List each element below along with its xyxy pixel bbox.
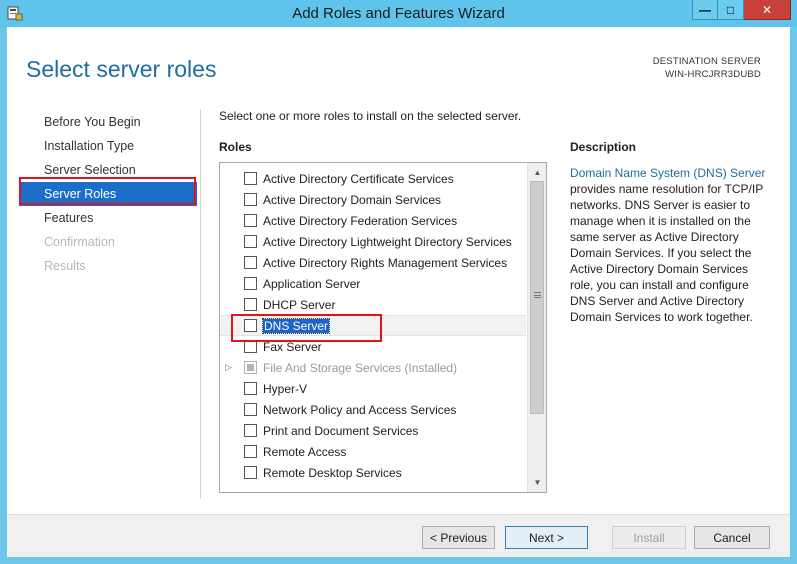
page-title: Select server roles: [26, 56, 217, 82]
scroll-thumb[interactable]: [530, 181, 544, 414]
role-description: Domain Name System (DNS) Server provides…: [570, 165, 770, 325]
role-row[interactable]: Print and Document Services: [220, 420, 526, 441]
role-row[interactable]: Remote Access: [220, 441, 526, 462]
role-checkbox[interactable]: [244, 424, 257, 437]
role-label: Active Directory Federation Services: [263, 213, 458, 228]
role-checkbox[interactable]: [244, 445, 257, 458]
close-button[interactable]: ✕: [744, 0, 791, 20]
role-row[interactable]: Hyper-V: [220, 378, 526, 399]
next-button[interactable]: Next >: [505, 526, 588, 549]
role-label: Active Directory Certificate Services: [263, 171, 454, 186]
scroll-up-icon[interactable]: ▲: [529, 164, 546, 181]
scroll-down-icon[interactable]: ▼: [529, 474, 546, 491]
role-label: Print and Document Services: [263, 423, 419, 438]
maximize-button[interactable]: □: [718, 0, 744, 20]
role-label: Application Server: [263, 276, 361, 291]
nav-item-features[interactable]: Features: [19, 206, 197, 230]
role-checkbox[interactable]: [244, 382, 257, 395]
destination-server-info: DESTINATION SERVER WIN-HRCJRR3DUBD: [653, 55, 761, 81]
wizard-footer: < Previous Next > Install Cancel: [7, 514, 790, 557]
role-row[interactable]: Active Directory Federation Services: [220, 210, 526, 231]
annotation-highlight-dns-server: [231, 314, 382, 342]
role-row[interactable]: Active Directory Domain Services: [220, 189, 526, 210]
role-label: File And Storage Services (Installed): [263, 360, 458, 375]
description-body: provides name resolution for TCP/IP netw…: [570, 182, 763, 324]
roles-scrollbar[interactable]: ▲ ▼: [527, 163, 546, 492]
instruction-text: Select one or more roles to install on t…: [219, 109, 522, 123]
nav-divider: [200, 109, 201, 499]
title-bar: Add Roles and Features Wizard — □ ✕: [0, 0, 797, 27]
role-checkbox[interactable]: [244, 466, 257, 479]
role-label: Hyper-V: [263, 381, 308, 396]
role-row[interactable]: Active Directory Certificate Services: [220, 168, 526, 189]
role-row[interactable]: Application Server: [220, 273, 526, 294]
role-row[interactable]: Network Policy and Access Services: [220, 399, 526, 420]
nav-item-before-you-begin[interactable]: Before You Begin: [19, 110, 197, 134]
annotation-highlight-server-roles: [19, 177, 196, 205]
expand-arrow-icon[interactable]: ▷: [225, 362, 232, 373]
role-label: Active Directory Lightweight Directory S…: [263, 234, 512, 249]
destination-label: DESTINATION SERVER: [652, 56, 761, 67]
role-checkbox: [244, 361, 257, 374]
role-checkbox[interactable]: [244, 214, 257, 227]
role-checkbox[interactable]: [244, 235, 257, 248]
role-checkbox[interactable]: [244, 298, 257, 311]
role-checkbox[interactable]: [244, 193, 257, 206]
role-checkbox[interactable]: [244, 172, 257, 185]
wizard-client-area: Select server roles DESTINATION SERVER W…: [7, 27, 790, 557]
role-checkbox[interactable]: [244, 256, 257, 269]
nav-item-results: Results: [44, 259, 86, 273]
role-label: Remote Access: [263, 444, 347, 459]
role-row[interactable]: Active Directory Lightweight Directory S…: [220, 231, 526, 252]
role-row[interactable]: DHCP Server: [220, 294, 526, 315]
role-label: Network Policy and Access Services: [263, 402, 457, 417]
cancel-button[interactable]: Cancel: [694, 526, 770, 549]
role-label: Remote Desktop Services: [263, 465, 402, 480]
role-checkbox[interactable]: [244, 403, 257, 416]
role-label: DHCP Server: [263, 297, 336, 312]
destination-server-name: WIN-HRCJRR3DUBD: [665, 69, 761, 80]
previous-button[interactable]: < Previous: [422, 526, 495, 549]
window-title: Add Roles and Features Wizard: [292, 5, 505, 22]
description-heading: Description: [570, 140, 637, 154]
install-button: Install: [612, 526, 686, 549]
role-label: Active Directory Rights Management Servi…: [263, 255, 508, 270]
description-link[interactable]: Domain Name System (DNS) Server: [570, 166, 765, 180]
grip-icon: [534, 292, 541, 298]
role-row[interactable]: Remote Desktop Services: [220, 462, 526, 483]
role-label: Active Directory Domain Services: [263, 192, 442, 207]
role-checkbox[interactable]: [244, 277, 257, 290]
nav-item-installation-type[interactable]: Installation Type: [19, 134, 197, 158]
roles-heading: Roles: [219, 140, 252, 154]
role-row[interactable]: ▷ File And Storage Services (Installed): [220, 357, 526, 378]
minimize-button[interactable]: —: [692, 0, 718, 20]
role-row[interactable]: Active Directory Rights Management Servi…: [220, 252, 526, 273]
nav-item-confirmation: Confirmation: [44, 235, 115, 249]
